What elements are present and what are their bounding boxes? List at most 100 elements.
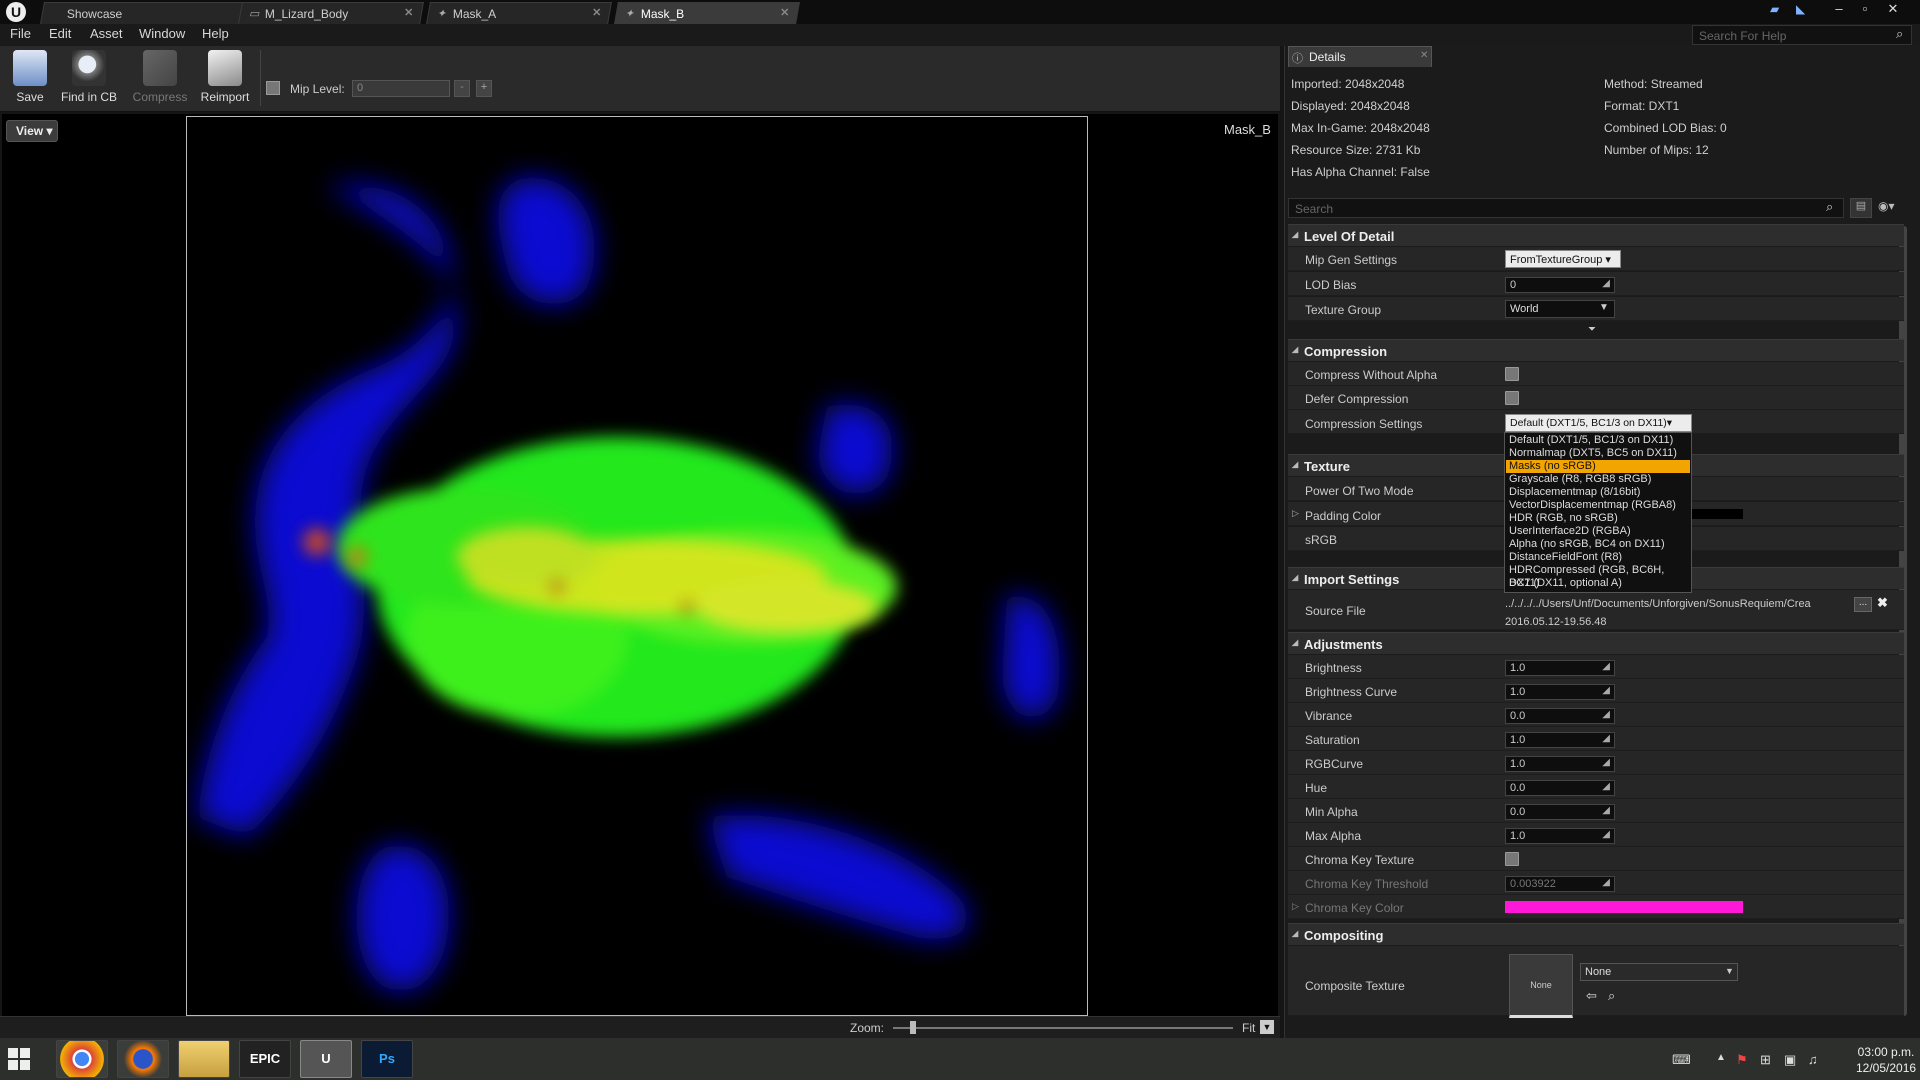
adjustment-input[interactable]: 0.0 ◢ <box>1505 780 1615 796</box>
close-window-button[interactable]: ✕ <box>1880 0 1906 20</box>
details-tab[interactable]: Details <box>1288 46 1432 67</box>
flag-alert-icon[interactable]: ⚑ <box>1736 1052 1748 1068</box>
browse-search-icon[interactable]: ⌕ <box>1608 988 1615 1004</box>
padding-color-swatch[interactable] <box>1692 509 1743 519</box>
defer-compression-checkbox[interactable] <box>1505 391 1519 405</box>
close-icon[interactable]: ✕ <box>404 6 413 19</box>
adjustment-input[interactable]: 1.0 ◢ <box>1505 828 1615 844</box>
compression-option[interactable]: Default (DXT1/5, BC1/3 on DX11) <box>1506 434 1690 447</box>
compression-option[interactable]: HDR (RGB, no sRGB) <box>1506 512 1690 525</box>
spinner-icon: ◢ <box>1602 829 1610 840</box>
chroma-key-color-swatch[interactable] <box>1505 901 1743 913</box>
volume-icon[interactable]: ♫ <box>1808 1052 1818 1067</box>
adjustment-input[interactable]: 1.0 ◢ <box>1505 732 1615 748</box>
windows-start-icon[interactable] <box>8 1048 30 1070</box>
maximize-button[interactable]: ▫ <box>1852 0 1878 20</box>
compression-option[interactable]: Displacementmap (8/16bit) <box>1506 486 1690 499</box>
compression-option[interactable]: BC7 (DX11, optional A) <box>1506 577 1690 590</box>
tab-showcase[interactable]: Showcase <box>40 2 244 24</box>
zoom-dropdown-icon[interactable]: ▼ <box>1260 1020 1274 1034</box>
section-level-of-detail[interactable]: Level Of Detail <box>1288 224 1904 246</box>
tab-m-lizard-body[interactable]: ▭ M_Lizard_Body ✕ <box>238 2 424 24</box>
keyboard-icon[interactable]: ⌨ <box>1672 1052 1691 1068</box>
expand-arrow-icon[interactable]: ▷ <box>1292 901 1299 912</box>
photoshop-icon[interactable]: Ps <box>361 1040 413 1078</box>
epic-launcher-icon[interactable]: EPIC <box>239 1040 291 1078</box>
section-adjustments[interactable]: Adjustments <box>1288 632 1904 654</box>
adjustment-value: 1.0 <box>1510 758 1526 770</box>
browse-source-button[interactable]: ... <box>1854 597 1872 612</box>
network-icon[interactable]: ▣ <box>1784 1052 1796 1068</box>
compression-option[interactable]: Normalmap (DXT5, BC5 on DX11) <box>1506 447 1690 460</box>
find-in-cb-button[interactable]: Find in CB <box>58 50 120 108</box>
close-icon[interactable]: ✕ <box>780 6 789 19</box>
file-explorer-icon[interactable] <box>178 1040 230 1078</box>
menu-asset[interactable]: Asset <box>90 26 123 41</box>
section-compression[interactable]: Compression <box>1288 339 1904 361</box>
compress-without-alpha-checkbox[interactable] <box>1505 367 1519 381</box>
compression-settings-combo[interactable]: Default (DXT1/5, BC1/3 on DX11)▾ <box>1505 414 1692 432</box>
save-button[interactable]: Save <box>2 50 58 108</box>
zoom-slider[interactable] <box>893 1027 1233 1029</box>
unreal-editor-icon[interactable]: U <box>300 1040 352 1078</box>
firefox-icon[interactable] <box>117 1040 169 1078</box>
windows-icon[interactable]: ⊞ <box>1760 1052 1771 1068</box>
chat-icon[interactable]: ▰ <box>1770 2 1790 18</box>
help-search-input[interactable]: Search For Help <box>1692 25 1912 45</box>
view-options-eye-icon[interactable]: ◉▾ <box>1878 199 1895 213</box>
find-label: Find in CB <box>60 90 118 104</box>
compress-without-alpha-label: Compress Without Alpha <box>1305 368 1438 382</box>
adjustment-input[interactable]: 0.0 ◢ <box>1505 708 1615 724</box>
mip-decrease-button[interactable]: - <box>454 80 470 97</box>
mip-increase-button[interactable]: + <box>476 80 492 97</box>
use-selected-arrow-icon[interactable]: ⇦ <box>1586 988 1597 1004</box>
minimize-button[interactable]: – <box>1826 0 1852 20</box>
adjustment-input[interactable]: 1.0 ◢ <box>1505 756 1615 772</box>
compression-option[interactable]: HDRCompressed (RGB, BC6H, DX11) <box>1506 564 1690 589</box>
details-search-input[interactable]: Search <box>1288 198 1844 218</box>
composite-texture-combo[interactable]: None <box>1580 963 1738 981</box>
adjustment-input[interactable]: 1.0 ◢ <box>1505 684 1615 700</box>
zoom-slider-handle[interactable] <box>910 1021 916 1034</box>
menu-file[interactable]: File <box>10 26 31 41</box>
expand-arrow-icon[interactable]: ▷ <box>1292 508 1299 519</box>
property-matrix-icon[interactable]: ▤ <box>1850 198 1872 218</box>
compress-button[interactable]: Compress <box>130 50 190 108</box>
clear-source-icon[interactable]: ✖ <box>1877 595 1888 611</box>
texture-preview[interactable] <box>186 116 1088 1016</box>
mip-gen-settings-combo[interactable]: FromTextureGroup ▾ <box>1505 250 1621 268</box>
compression-option[interactable]: Grayscale (R8, RGB8 sRGB) <box>1506 473 1690 486</box>
tray-expand-icon[interactable]: ▲ <box>1716 1052 1726 1063</box>
tab-mask-a[interactable]: ✦ Mask_A ✕ <box>426 2 612 24</box>
lod-bias-input[interactable]: 0 ◢ <box>1505 277 1615 293</box>
chroma-key-texture-checkbox[interactable] <box>1505 852 1519 866</box>
tab-mask-b[interactable]: ✦ Mask_B ✕ <box>614 2 800 24</box>
composite-texture-thumbnail[interactable]: None <box>1509 954 1573 1018</box>
close-icon[interactable]: ✕ <box>592 6 601 19</box>
compression-option[interactable]: VectorDisplacementmap (RGBA8) <box>1506 499 1690 512</box>
mip-level-label: Mip Level: <box>290 82 345 96</box>
chrome-icon[interactable] <box>56 1040 108 1078</box>
compression-option[interactable]: UserInterface2D (RGBA) <box>1506 525 1690 538</box>
feedback-icon[interactable]: ◣ <box>1796 2 1816 18</box>
adjustment-input[interactable]: 0.0 ◢ <box>1505 804 1615 820</box>
compression-option[interactable]: DistanceFieldFont (R8) <box>1506 551 1690 564</box>
close-icon[interactable]: ✕ <box>1420 50 1428 61</box>
menu-help[interactable]: Help <box>202 26 229 41</box>
menu-edit[interactable]: Edit <box>49 26 71 41</box>
chevron-down-icon: ▼ <box>1725 966 1734 976</box>
compression-option[interactable]: Alpha (no sRGB, BC4 on DX11) <box>1506 538 1690 551</box>
adjustment-value: 1.0 <box>1510 734 1526 746</box>
section-compositing[interactable]: Compositing <box>1288 923 1904 945</box>
view-dropdown-button[interactable]: View ▾ <box>6 120 58 142</box>
mip-level-checkbox[interactable] <box>266 81 280 95</box>
chroma-key-texture-label: Chroma Key Texture <box>1305 853 1415 867</box>
compression-option[interactable]: Masks (no sRGB) <box>1506 460 1690 473</box>
mip-level-input[interactable]: 0 <box>352 80 450 97</box>
adjustment-input[interactable]: 1.0 ◢ <box>1505 660 1615 676</box>
reimport-button[interactable]: Reimport <box>196 50 254 108</box>
expand-advanced-icon[interactable]: ⏷ <box>1588 324 1596 335</box>
menu-window[interactable]: Window <box>139 26 185 41</box>
chroma-key-threshold-input[interactable]: 0.003922 ◢ <box>1505 876 1615 892</box>
system-clock[interactable]: 03:00 p.m. 12/05/2016 <box>1856 1044 1916 1076</box>
